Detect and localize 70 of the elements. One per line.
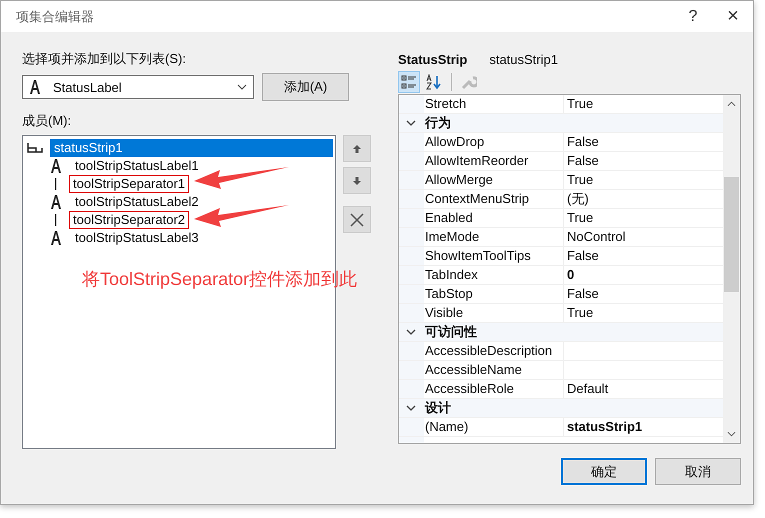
property-name: ContextMenuStrip [424, 190, 564, 208]
property-value[interactable]: (无) [564, 190, 723, 208]
property-value[interactable]: 0 [564, 266, 723, 284]
member-item[interactable]: toolStripSeparator1 [69, 175, 190, 193]
category-header[interactable]: 设计 [398, 399, 723, 418]
object-type: StatusStrip [398, 52, 468, 67]
property-value[interactable]: statusStrip1 [564, 418, 723, 436]
property-value[interactable]: False [564, 133, 723, 151]
dialog-button[interactable]: 取消 [655, 458, 741, 485]
property-name: TabStop [424, 285, 564, 303]
member-item[interactable]: toolStripSeparator2 [69, 211, 190, 229]
categorized-view-button[interactable] [398, 71, 420, 93]
property-name: (Name) [424, 418, 564, 436]
property-name: AccessibleDescription [424, 342, 564, 360]
scroll-down-icon[interactable] [727, 431, 736, 437]
item-type-dropdown[interactable]: StatusLabel [22, 75, 254, 99]
property-name: AccessibleRole [424, 380, 564, 398]
window-title: 项集合编辑器 [15, 8, 95, 26]
property-name: AccessibleName [424, 361, 564, 379]
close-icon [350, 212, 364, 226]
property-value[interactable]: False [564, 152, 723, 170]
move-down-button[interactable] [343, 167, 371, 194]
down-arrow-icon [352, 176, 362, 186]
property-name: TabIndex [424, 266, 564, 284]
status-strip-icon [27, 143, 43, 153]
separator-icon [55, 178, 57, 190]
up-arrow-icon [352, 144, 362, 154]
label-icon [50, 231, 62, 245]
label-icon [50, 195, 62, 209]
property-value[interactable]: True [564, 209, 723, 227]
label-icon [29, 80, 41, 94]
property-name: Enabled [424, 209, 564, 227]
property-value[interactable]: False [564, 285, 723, 303]
property-name: AllowDrop [424, 133, 564, 151]
chevron-icon[interactable] [406, 329, 416, 335]
separator-icon [55, 214, 57, 226]
members-label: 成员(M): [22, 112, 72, 130]
property-value[interactable]: NoControl [564, 228, 723, 246]
delete-button[interactable] [343, 206, 371, 233]
property-value[interactable]: True [564, 304, 723, 322]
member-item[interactable]: toolStripStatusLabel3 [71, 229, 203, 247]
member-item[interactable]: toolStripStatusLabel1 [71, 157, 203, 175]
chevron-icon[interactable] [406, 120, 416, 126]
category-header[interactable]: 可访问性 [398, 323, 723, 342]
property-name: Stretch [424, 95, 564, 113]
category-header[interactable]: 行为 [398, 114, 723, 133]
property-value[interactable]: False [564, 247, 723, 265]
property-name: AllowItemReorder [424, 152, 564, 170]
property-value[interactable]: Default [564, 380, 723, 398]
add-button[interactable]: 添加(A) [262, 73, 349, 101]
move-up-button[interactable] [343, 135, 371, 162]
member-item[interactable]: toolStripStatusLabel2 [71, 193, 203, 211]
caret-icon [237, 84, 247, 90]
scrollbar-thumb[interactable] [724, 177, 739, 292]
property-name: Visible [424, 304, 564, 322]
property-name: ShowItemToolTips [424, 247, 564, 265]
scrollbar[interactable] [723, 95, 740, 443]
property-value[interactable]: True [564, 95, 723, 113]
property-value[interactable]: True [564, 171, 723, 189]
label-icon [50, 159, 62, 173]
object-name: statusStrip1 [489, 52, 558, 67]
property-name: AllowMerge [424, 171, 564, 189]
help-button[interactable]: ? [673, 8, 713, 26]
close-button[interactable]: × [713, 5, 753, 28]
add-list-label: 选择项并添加到以下列表(S): [22, 50, 187, 68]
dialog-button[interactable]: 确定 [561, 458, 647, 485]
scroll-up-icon[interactable] [727, 101, 736, 107]
chevron-icon[interactable] [406, 405, 416, 411]
member-item[interactable]: statusStrip1 [50, 139, 333, 157]
property-name: ImeMode [424, 228, 564, 246]
